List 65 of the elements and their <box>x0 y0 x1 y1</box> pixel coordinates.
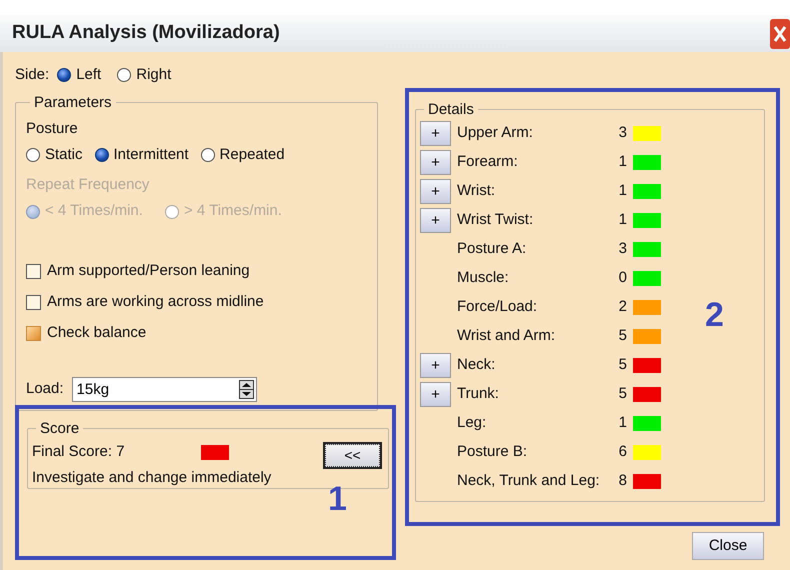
detail-label: Upper Arm: <box>456 123 534 144</box>
detail-label: Forearm: <box>456 152 519 172</box>
radio-button[interactable] <box>200 148 215 162</box>
radio-button[interactable] <box>94 148 109 162</box>
radio-button[interactable] <box>57 68 72 82</box>
posture-label: Posture <box>26 118 79 138</box>
detail-score: 5 <box>618 384 627 404</box>
radio-label[interactable]: Left <box>76 64 102 86</box>
detail-score: 2 <box>618 297 627 318</box>
checkbox-label[interactable]: Arms are working across midline <box>47 291 264 314</box>
final-score: Final Score: 7 <box>32 442 125 462</box>
checkbox[interactable] <box>26 326 41 341</box>
detail-score: 1 <box>618 413 627 434</box>
detail-label: Neck, Trunk and Leg: <box>456 471 601 492</box>
radio-label[interactable]: Static <box>45 144 83 166</box>
radio-label[interactable]: Intermittent <box>114 144 189 166</box>
expand-button[interactable]: + <box>420 121 451 146</box>
radio-button[interactable] <box>26 148 40 162</box>
annotation-number: 1 <box>328 482 347 516</box>
detail-label: Posture B: <box>456 442 528 462</box>
detail-score: 5 <box>618 355 627 376</box>
detail-label: Neck: <box>456 355 496 376</box>
group-title: Score <box>39 421 80 436</box>
detail-label: Trunk: <box>456 384 500 404</box>
radio-label[interactable]: Right <box>136 64 172 86</box>
detail-score: 6 <box>618 442 627 462</box>
checkbox-label[interactable]: Check balance <box>47 322 146 345</box>
detail-label: Leg: <box>456 413 488 434</box>
detail-label: Force/Load: <box>456 297 538 318</box>
expand-button[interactable]: + <box>420 150 451 175</box>
detail-score: 1 <box>618 181 627 202</box>
detail-label: Muscle: <box>456 268 510 288</box>
side-label: Side: <box>15 65 50 85</box>
detail-score: 8 <box>618 471 627 492</box>
checkbox[interactable] <box>26 264 41 279</box>
load-field[interactable]: 15kg <box>72 377 257 402</box>
expand-button[interactable]: + <box>420 382 451 407</box>
load-label: Load: <box>26 379 64 400</box>
collapse-button[interactable]: << <box>325 444 380 467</box>
expand-button[interactable]: + <box>420 179 451 204</box>
detail-score: 3 <box>618 239 627 260</box>
detail-score: 5 <box>618 326 627 346</box>
detail-score: 1 <box>618 152 627 172</box>
spinner-icon[interactable] <box>238 380 254 399</box>
radio-label[interactable]: Repeated <box>220 144 285 166</box>
frequency-label: Repeat Frequency <box>26 174 150 195</box>
checkbox-label[interactable]: Arm supported/Person leaning <box>47 260 250 283</box>
group-title: Details <box>427 102 475 117</box>
score-message: Investigate and change immediately <box>32 468 272 488</box>
group-title: Parameters <box>33 94 113 110</box>
close-button[interactable]: Close <box>692 532 764 560</box>
expand-button[interactable]: + <box>420 208 451 233</box>
radio-button[interactable] <box>117 68 132 82</box>
detail-score: 1 <box>618 210 627 230</box>
window-title: RULA Analysis (Movilizadora) <box>12 21 280 46</box>
detail-score: 3 <box>618 123 627 144</box>
detail-score: 0 <box>618 268 627 288</box>
checkbox[interactable] <box>26 295 41 310</box>
detail-label: Wrist: <box>456 181 496 202</box>
detail-label: Wrist Twist: <box>456 210 534 230</box>
detail-label: Posture A: <box>456 239 528 260</box>
close-icon[interactable] <box>770 18 790 48</box>
annotation-number: 2 <box>705 298 724 332</box>
detail-label: Wrist and Arm: <box>456 326 556 346</box>
expand-button[interactable]: + <box>420 353 451 378</box>
